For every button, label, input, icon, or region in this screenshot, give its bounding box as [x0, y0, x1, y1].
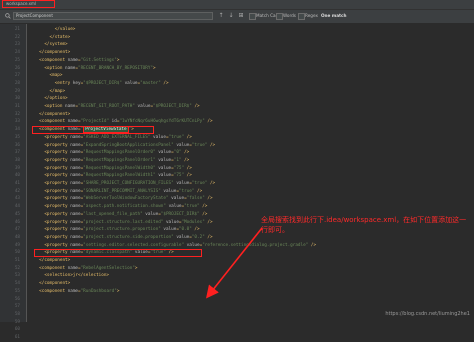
line-number: 22: [14, 34, 20, 40]
line-number: 53: [14, 273, 20, 279]
code-line[interactable]: <entry key="$PROJECT_DIR$" value="master…: [34, 80, 169, 88]
code-line[interactable]: <selection>jr</selection>: [34, 272, 109, 280]
line-number: 52: [14, 265, 20, 271]
code-line[interactable]: <property name="WebServerToolWindowFacto…: [34, 195, 212, 203]
highlighted-line-box: [34, 248, 202, 257]
line-number: 51: [14, 258, 20, 263]
match-count-label: One match: [321, 13, 347, 18]
line-number: 58: [14, 311, 20, 317]
line-number: 45: [14, 211, 20, 217]
line-number: 50: [14, 250, 20, 256]
code-line[interactable]: <property name="SHARE_PROJECT_CONFIGURAT…: [34, 180, 215, 188]
line-number: 48: [14, 234, 20, 240]
code-line[interactable]: <component name="Git.Settings">: [34, 57, 119, 65]
line-number: 24: [14, 50, 20, 56]
search-input[interactable]: ProjectComponent: [13, 12, 213, 20]
code-line[interactable]: <component name="RunDashboard">: [34, 288, 119, 296]
line-number: 39: [14, 165, 20, 171]
code-line[interactable]: </map>: [34, 88, 66, 96]
code-line[interactable]: <property name="project.structure.propor…: [34, 226, 199, 234]
line-number: 38: [14, 157, 20, 163]
code-line[interactable]: <property name="ASKED_ADD_EXTERNAL_FILES…: [34, 134, 192, 142]
line-number: 35: [14, 134, 20, 140]
find-bar: ProjectComponent ↑ ↓ ⊞ Match Case Words …: [0, 10, 474, 24]
line-number: 33: [14, 119, 20, 125]
line-number: 43: [14, 196, 20, 202]
line-number: 42: [14, 188, 20, 194]
line-number: 46: [14, 219, 20, 225]
code-line[interactable]: </option>: [34, 95, 67, 103]
code-line[interactable]: <property name="project.structure.side.p…: [34, 234, 212, 242]
line-number: 30: [14, 96, 20, 102]
line-number: 54: [14, 281, 20, 287]
code-line[interactable]: <component name="RebelAgentSelection">: [34, 265, 137, 273]
match-case-checkbox[interactable]: [249, 13, 256, 20]
tab-workspace-xml[interactable]: workspace.xml: [2, 0, 55, 8]
words-checkbox[interactable]: [276, 13, 283, 20]
watermark: https://blog.csdn.net/liuming2he1: [385, 311, 470, 317]
filter-icon[interactable]: ⊞: [237, 12, 245, 20]
code-line[interactable]: <option name="RECENT_GIT_ROOT_PATH" valu…: [34, 103, 199, 111]
code-editor[interactable]: 21 22 23 24 25 26 27 28 29 30 31 32 33 34 35 36 37 38 39 40…: [0, 24, 474, 340]
code-line[interactable]: </value>: [34, 26, 76, 34]
arrow-up-icon[interactable]: ↑: [217, 12, 225, 20]
regex-label: Regex: [305, 13, 318, 18]
line-number: 37: [14, 150, 20, 156]
vertical-scrollbar[interactable]: [470, 24, 474, 322]
code-line[interactable]: <property name="aspect.path.notification…: [34, 203, 207, 211]
arrow-down-icon[interactable]: ↓: [227, 12, 235, 20]
line-number: 32: [14, 111, 20, 117]
line-number: 41: [14, 181, 20, 186]
code-line[interactable]: <map>: [34, 72, 63, 80]
line-number: 36: [14, 142, 20, 148]
line-number: 25: [14, 57, 20, 63]
code-line[interactable]: <property name="SONARLINT_PRECOMMIT_ANAL…: [34, 188, 202, 196]
code-line[interactable]: </component>: [34, 280, 70, 288]
editor-tab-strip: workspace.xml: [0, 0, 474, 10]
code-line[interactable]: </component>: [34, 111, 70, 119]
line-number: 59: [14, 319, 20, 325]
code-line[interactable]: <property name="RequestMappingsPanelWidt…: [34, 172, 192, 180]
line-number: 23: [14, 42, 20, 48]
line-number: 60: [14, 327, 20, 333]
line-number: 27: [14, 73, 20, 79]
search-icon[interactable]: [5, 13, 11, 19]
code-line[interactable]: <property name="RequestMappingsPanelWidt…: [34, 165, 192, 173]
code-line[interactable]: <option name="RECENT_BRANCH_BY_REPOSITOR…: [34, 65, 155, 73]
code-line[interactable]: <property name="ExpandSpringBootApplicat…: [34, 142, 215, 150]
line-number: 56: [14, 296, 20, 302]
line-number: 26: [14, 65, 20, 71]
words-label: Words: [283, 13, 296, 18]
line-number: 49: [14, 242, 20, 248]
code-line[interactable]: <property name="RequestMappingsPanelOrde…: [34, 157, 189, 165]
code-line[interactable]: </system>: [34, 41, 67, 49]
code-line[interactable]: <property name="project.structure.last.e…: [34, 219, 212, 227]
line-number: 28: [14, 80, 20, 86]
line-number: 31: [14, 104, 20, 109]
code-line[interactable]: </state>: [34, 34, 71, 42]
line-number: 40: [14, 173, 20, 179]
line-number: 44: [14, 204, 20, 210]
line-number: 61: [14, 335, 20, 340]
search-match-line-box: [32, 125, 154, 134]
line-number-gutter: 21 22 23 24 25 26 27 28 29 30 31 32 33 34 35 36 37 38 39 40…: [0, 24, 27, 340]
code-line[interactable]: <property name="RequestMappingsPanelOrde…: [34, 149, 189, 157]
line-number: 57: [14, 304, 20, 310]
line-number: 47: [14, 227, 20, 233]
annotation-text: 全局搜索找到此行下.idea/workspace.xml，在如下位置添加这一行即…: [261, 216, 467, 234]
regex-checkbox[interactable]: [298, 13, 305, 20]
line-number: 21: [14, 27, 20, 32]
line-number: 29: [14, 88, 20, 94]
code-line[interactable]: </component>: [34, 257, 70, 265]
code-line[interactable]: </component>: [34, 49, 70, 57]
code-line[interactable]: <property name="last_opened_file_path" v…: [34, 211, 207, 219]
line-number: 34: [14, 127, 20, 133]
line-number: 55: [14, 288, 20, 294]
